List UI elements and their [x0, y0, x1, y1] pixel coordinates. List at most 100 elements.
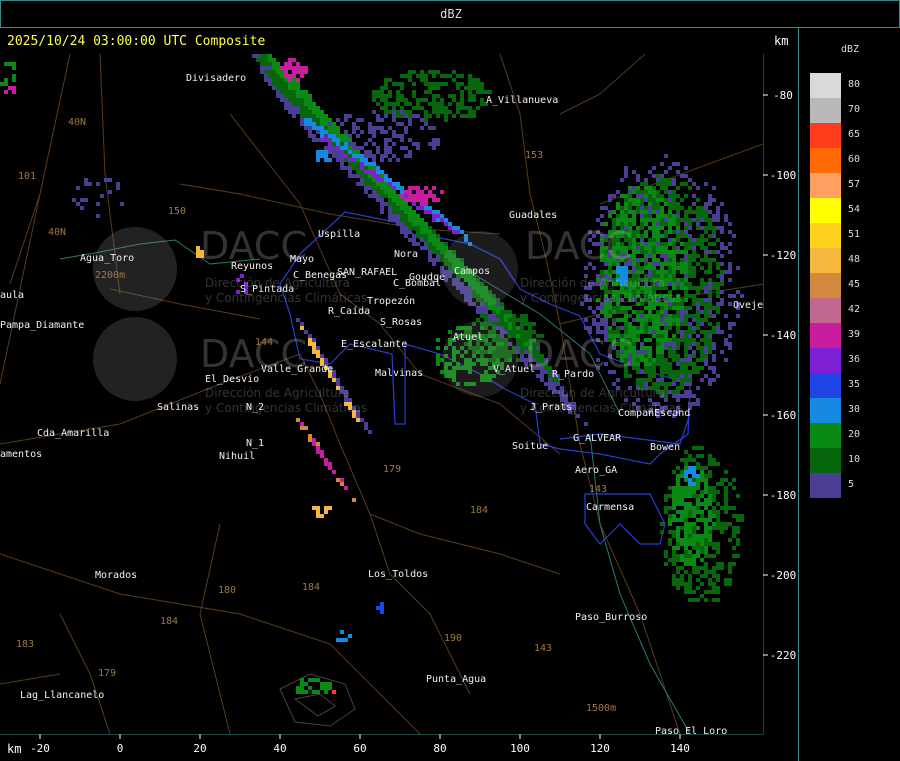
echo-pixel — [684, 554, 688, 558]
echo-pixel — [728, 570, 732, 574]
echo-pixel — [668, 242, 672, 246]
echo-pixel — [628, 218, 632, 222]
echo-pixel — [396, 206, 400, 210]
echo-pixel — [676, 346, 680, 350]
echo-pixel — [644, 314, 648, 318]
echo-pixel — [376, 198, 380, 202]
echo-pixel — [668, 210, 672, 214]
echo-pixel — [440, 254, 444, 258]
echo-pixel — [388, 198, 392, 202]
echo-pixel — [712, 326, 716, 330]
echo-pixel — [660, 522, 664, 526]
echo-pixel — [392, 210, 396, 214]
echo-pixel — [320, 118, 324, 122]
echo-pixel — [292, 90, 296, 94]
echo-pixel — [732, 486, 736, 490]
echo-pixel — [676, 582, 680, 586]
echo-pixel — [656, 342, 660, 346]
echo-pixel — [656, 238, 660, 242]
echo-pixel — [720, 482, 724, 486]
echo-pixel — [700, 322, 704, 326]
echo-pixel — [688, 378, 692, 382]
echo-pixel — [636, 334, 640, 338]
echo-pixel — [292, 82, 296, 86]
echo-pixel — [280, 82, 284, 86]
echo-pixel — [704, 286, 708, 290]
echo-pixel — [628, 186, 632, 190]
echo-pixel — [676, 246, 680, 250]
radar-map[interactable]: DACC Dirección de Agricultura y Continge… — [0, 54, 763, 734]
echo-pixel — [704, 538, 708, 542]
echo-pixel — [408, 238, 412, 242]
echo-pixel — [624, 218, 628, 222]
echo-pixel — [676, 326, 680, 330]
echo-pixel — [420, 230, 424, 234]
echo-pixel — [708, 366, 712, 370]
echo-pixel — [664, 366, 668, 370]
echo-pixel — [428, 258, 432, 262]
echo-pixel — [696, 214, 700, 218]
echo-pixel — [696, 342, 700, 346]
echo-pixel — [692, 286, 696, 290]
echo-pixel — [688, 574, 692, 578]
echo-pixel — [296, 110, 300, 114]
echo-pixel — [676, 338, 680, 342]
echo-pixel — [680, 322, 684, 326]
echo-pixel — [700, 302, 704, 306]
echo-pixel — [300, 98, 304, 102]
echo-pixel — [296, 94, 300, 98]
echo-pixel — [376, 190, 380, 194]
echo-pixel — [640, 218, 644, 222]
echo-pixel — [728, 222, 732, 226]
echo-pixel — [696, 318, 700, 322]
echo-pixel — [696, 454, 700, 458]
echo-pixel — [432, 246, 436, 250]
echo-pixel — [700, 354, 704, 358]
echo-pixel — [644, 234, 648, 238]
echo-pixel — [696, 386, 700, 390]
echo-pixel — [640, 318, 644, 322]
echo-pixel — [712, 554, 716, 558]
echo-pixel — [644, 198, 648, 202]
echo-pixel — [356, 170, 360, 174]
echo-pixel — [632, 338, 636, 342]
echo-pixel — [324, 118, 328, 122]
echo-pixel — [688, 458, 692, 462]
echo-pixel — [724, 486, 728, 490]
echo-pixel — [680, 574, 684, 578]
echo-pixel — [684, 318, 688, 322]
echo-pixel — [648, 346, 652, 350]
echo-pixel — [424, 246, 428, 250]
echo-pixel — [264, 66, 268, 70]
echo-pixel — [324, 114, 328, 118]
echo-pixel — [496, 310, 500, 314]
echo-pixel — [272, 62, 276, 66]
echo-pixel — [404, 214, 408, 218]
echo-pixel — [664, 494, 668, 498]
echo-pixel — [672, 530, 676, 534]
echo-pixel — [416, 234, 420, 238]
echo-pixel — [712, 306, 716, 310]
echo-pixel — [592, 322, 596, 326]
echo-pixel — [720, 526, 724, 530]
echo-pixel — [272, 66, 276, 70]
echo-pixel — [312, 114, 316, 118]
echo-pixel — [652, 314, 656, 318]
echo-pixel — [412, 234, 416, 238]
echo-pixel — [672, 178, 676, 182]
echo-pixel — [696, 198, 700, 202]
echo-pixel — [428, 242, 432, 246]
echo-pixel — [668, 350, 672, 354]
echo-pixel — [672, 262, 676, 266]
echo-pixel — [280, 78, 284, 82]
echo-pixel — [284, 78, 288, 82]
echo-pixel — [684, 518, 688, 522]
echo-pixel — [716, 578, 720, 582]
echo-pixel — [656, 358, 660, 362]
echo-pixel — [692, 458, 696, 462]
echo-pixel — [696, 254, 700, 258]
echo-pixel — [656, 242, 660, 246]
echo-pixel — [336, 126, 340, 130]
echo-pixel — [432, 250, 436, 254]
echo-pixel — [688, 222, 692, 226]
